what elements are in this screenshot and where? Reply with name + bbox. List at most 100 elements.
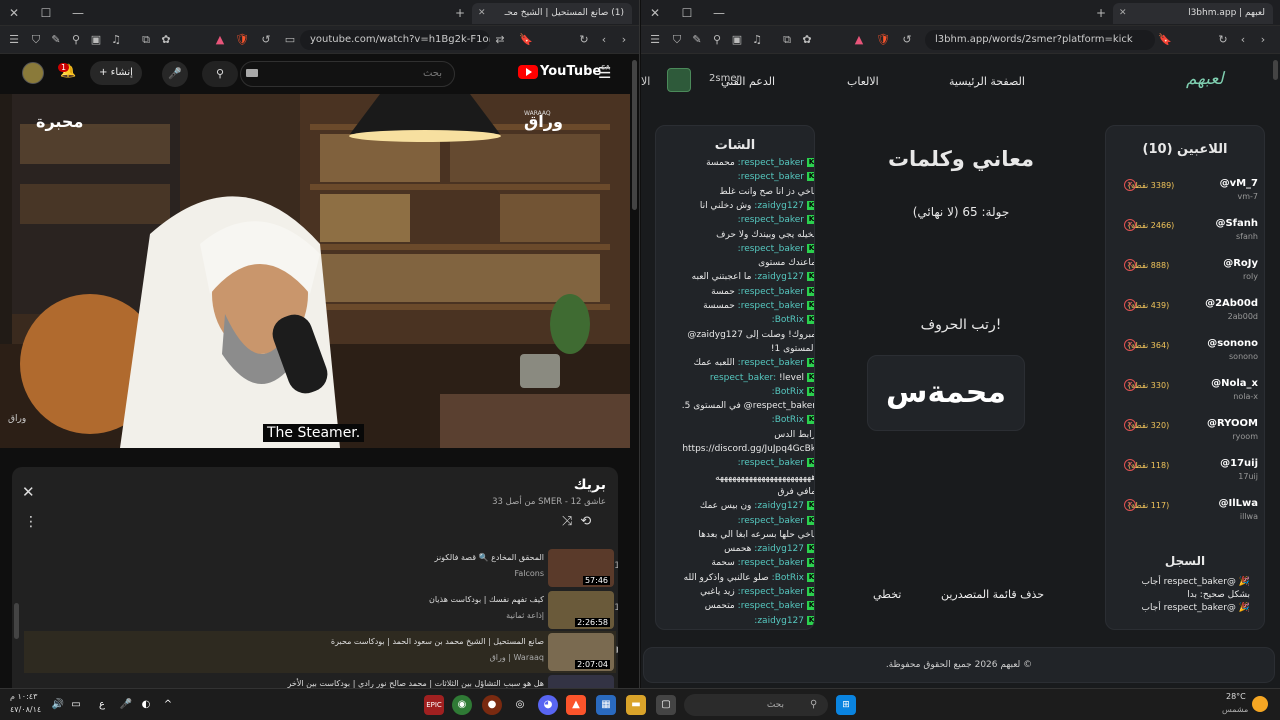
- screenshot-icon[interactable]: ⧉: [138, 32, 154, 48]
- share-icon[interactable]: ↺: [899, 32, 915, 48]
- clock-date[interactable]: ٤٧/٠٨/١٤: [10, 705, 41, 714]
- app-tray-icon[interactable]: ◐: [136, 695, 156, 715]
- chat-username[interactable]: respect_baker:: [738, 358, 804, 368]
- remove-player-icon[interactable]: ✕: [1124, 339, 1136, 351]
- brave-rewards-icon[interactable]: ▲: [212, 32, 228, 48]
- chat-username[interactable]: respect_baker:: [710, 373, 776, 383]
- share-icon[interactable]: ↺: [258, 32, 274, 48]
- brave-icon[interactable]: ▲: [566, 695, 586, 715]
- remove-player-icon[interactable]: ✕: [1124, 179, 1136, 191]
- task-view-icon[interactable]: ▢: [656, 695, 676, 715]
- chat-username[interactable]: zaidyg127:: [754, 616, 804, 626]
- nav-games[interactable]: الالعاب: [847, 75, 879, 88]
- address-bar[interactable]: youtube.com/watch?v=h1Bg2k-F1oE&list...: [300, 30, 490, 50]
- site-logo[interactable]: لعبهم: [1186, 69, 1224, 89]
- chat-username[interactable]: zaidyg127:: [754, 201, 804, 211]
- shuffle-icon[interactable]: ⤨: [562, 514, 580, 529]
- chat-username[interactable]: respect_baker:: [738, 458, 804, 468]
- chat-username[interactable]: respect_baker:: [738, 215, 804, 225]
- close-window-icon[interactable]: ✕: [6, 5, 22, 21]
- bookmark-icon[interactable]: 🔖: [1157, 32, 1173, 48]
- sidebar-icon[interactable]: ☰: [6, 32, 22, 48]
- forward-icon[interactable]: ›: [616, 32, 632, 48]
- pin-icon[interactable]: ⚲: [709, 32, 725, 48]
- tab-l3bhm[interactable]: ✕ لعبهم | l3bhm.app: [1113, 3, 1273, 24]
- discord-icon[interactable]: ◕: [538, 695, 558, 715]
- chat-username[interactable]: BotRix:: [772, 387, 804, 397]
- playlist-scrollbar[interactable]: [14, 603, 19, 639]
- list-item[interactable]: 57:46 10 المحقق المخادع 🔍 قصة فالكونز Fa…: [24, 547, 618, 589]
- epic-games-icon[interactable]: EPIC: [424, 695, 444, 715]
- close-window-icon[interactable]: ✕: [647, 5, 663, 21]
- list-item-active[interactable]: 2:07:04 ▶ صانع المستحيل | الشيخ محمد بن …: [24, 631, 618, 673]
- reader-icon[interactable]: ▣: [729, 32, 745, 48]
- remove-player-icon[interactable]: ✕: [1124, 259, 1136, 271]
- video-player[interactable]: [0, 94, 630, 448]
- weather-temp[interactable]: 28°C: [1226, 692, 1246, 701]
- chat-username[interactable]: respect_baker:: [738, 587, 804, 597]
- chat-username[interactable]: respect_baker:: [738, 558, 804, 568]
- page-scrollbar[interactable]: [632, 60, 637, 210]
- speaker-icon[interactable]: 🔊: [48, 695, 68, 715]
- remove-player-icon[interactable]: ✕: [1124, 219, 1136, 231]
- remove-player-icon[interactable]: ✕: [1124, 499, 1136, 511]
- loop-icon[interactable]: ⟲: [580, 514, 599, 529]
- remove-player-icon[interactable]: ✕: [1124, 379, 1136, 391]
- new-tab-icon[interactable]: +: [452, 5, 468, 21]
- chat-username[interactable]: respect_baker:: [738, 301, 804, 311]
- page-scrollbar[interactable]: [1273, 60, 1278, 80]
- reload-icon[interactable]: ↻: [576, 32, 592, 48]
- maximize-icon[interactable]: ☐: [38, 5, 54, 21]
- extension-icon[interactable]: ✎: [689, 32, 705, 48]
- store-icon[interactable]: ▦: [596, 695, 616, 715]
- page-info-icon[interactable]: ▭: [282, 32, 298, 48]
- brave-rewards-icon[interactable]: ▲: [851, 32, 867, 48]
- chat-username[interactable]: BotRix:: [772, 573, 804, 583]
- username[interactable]: 2smer: [709, 73, 741, 84]
- chat-username[interactable]: zaidyg127:: [754, 544, 804, 554]
- chat-username[interactable]: respect_baker:: [738, 172, 804, 182]
- remove-player-icon[interactable]: ✕: [1124, 419, 1136, 431]
- taskbar-search[interactable]: بحث: [684, 694, 828, 716]
- network-icon[interactable]: ▭: [66, 695, 86, 715]
- avatar[interactable]: [22, 62, 44, 84]
- sidebar-icon[interactable]: ☰: [647, 32, 663, 48]
- chat-username[interactable]: zaidyg127:: [754, 272, 804, 282]
- pin-icon[interactable]: ⚲: [68, 32, 84, 48]
- music-icon[interactable]: ♫: [108, 32, 124, 48]
- remove-player-icon[interactable]: ✕: [1124, 299, 1136, 311]
- chat-username[interactable]: respect_baker:: [738, 601, 804, 611]
- extension-icon[interactable]: ✎: [48, 32, 64, 48]
- list-item[interactable]: هل هو سبب التشاؤل بين الثلاثات | محمد صا…: [24, 673, 616, 688]
- maximize-icon[interactable]: ☐: [679, 5, 695, 21]
- nav-cut[interactable]: الا: [641, 75, 650, 88]
- more-options-icon[interactable]: ⋮: [24, 514, 38, 530]
- clear-leaderboard-button[interactable]: حذف قائمة المتصدرين: [941, 588, 1044, 601]
- minimize-icon[interactable]: —: [711, 5, 727, 21]
- puzzle-icon[interactable]: ✿: [158, 32, 174, 48]
- reload-icon[interactable]: ↻: [1215, 32, 1231, 48]
- chrome-icon[interactable]: ◉: [452, 695, 472, 715]
- translate-icon[interactable]: ⇄: [492, 32, 508, 48]
- obs-icon[interactable]: ◎: [510, 695, 530, 715]
- close-tab-icon[interactable]: ✕: [478, 3, 486, 24]
- weather-desc[interactable]: مشمس: [1222, 705, 1248, 714]
- remove-player-icon[interactable]: ✕: [1124, 459, 1136, 471]
- chat-username[interactable]: respect_baker:: [738, 287, 804, 297]
- close-playlist-icon[interactable]: ✕: [22, 483, 35, 501]
- language-indicator[interactable]: ع: [92, 695, 112, 715]
- forward-icon[interactable]: ›: [1255, 32, 1271, 48]
- voice-search-button[interactable]: 🎤: [162, 61, 188, 87]
- mic-tray-icon[interactable]: 🎤: [116, 695, 136, 715]
- back-icon[interactable]: ‹: [596, 32, 612, 48]
- search-button[interactable]: ⚲: [202, 61, 238, 87]
- bookmark-icon[interactable]: 🔖: [518, 32, 534, 48]
- clock-time[interactable]: ١٠:٤٣ م: [10, 692, 37, 701]
- chat-username[interactable]: respect_baker:: [738, 516, 804, 526]
- close-tab-icon[interactable]: ✕: [1119, 3, 1127, 24]
- search-input[interactable]: بحث: [240, 61, 455, 87]
- brave-shield-icon[interactable]: 🛡: [875, 32, 891, 48]
- new-tab-icon[interactable]: +: [1093, 5, 1109, 21]
- screenshot-icon[interactable]: ⧉: [779, 32, 795, 48]
- file-explorer-icon[interactable]: ▬: [626, 695, 646, 715]
